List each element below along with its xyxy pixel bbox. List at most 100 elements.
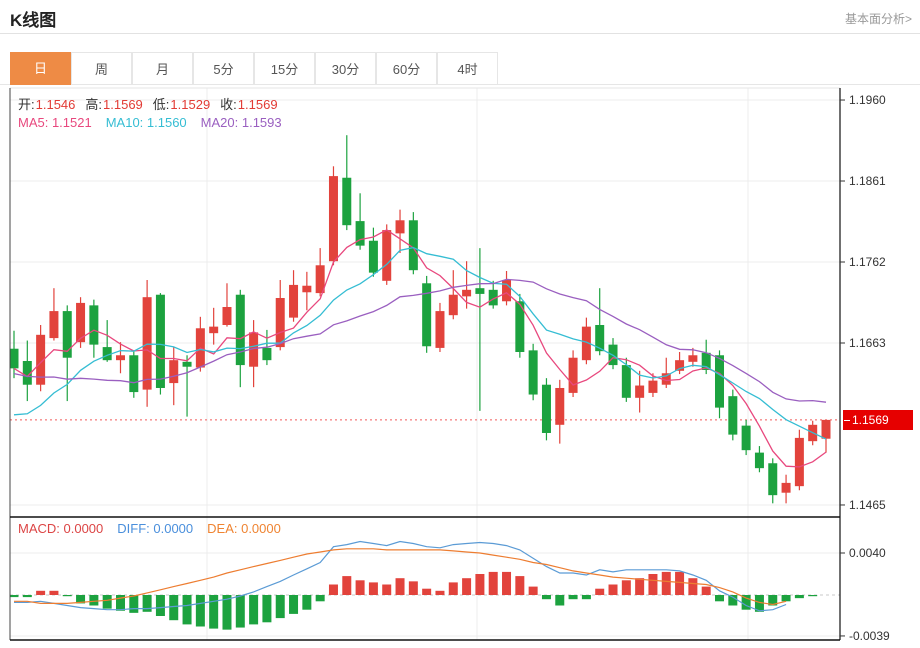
macd-bar: [249, 595, 258, 624]
candle-body: [49, 311, 58, 338]
price-axis-tick: 1.1960: [849, 93, 886, 107]
price-axis-tick: 1.1663: [849, 336, 886, 350]
legend-item: 收:1.1569: [220, 97, 277, 112]
candle-body: [302, 286, 311, 293]
legend-item: DEA: 0.0000: [207, 521, 281, 536]
macd-legend: MACD: 0.0000DIFF: 0.0000DEA: 0.0000: [18, 521, 295, 536]
candle-body: [755, 453, 764, 469]
candle-body: [648, 381, 657, 393]
price-axis-tick: 1.1762: [849, 255, 886, 269]
candle-body: [342, 178, 351, 225]
legend-item: DIFF: 0.0000: [117, 521, 193, 536]
candle-body: [89, 305, 98, 344]
macd-bar: [782, 595, 791, 601]
candle-body: [569, 358, 578, 393]
candle-body: [382, 230, 391, 281]
macd-bar: [63, 595, 72, 596]
macd-bar: [289, 595, 298, 614]
candle-body: [502, 280, 511, 301]
macd-bar: [555, 595, 564, 606]
macd-bar: [449, 582, 458, 595]
candle-body: [222, 307, 231, 325]
macd-bar: [209, 595, 218, 629]
candle-body: [822, 420, 831, 439]
kline-page: K线图 基本面分析> 日周月5分15分30分60分4时 开:1.1546高:1.…: [0, 0, 920, 648]
macd-bar: [582, 595, 591, 599]
macd-bar: [36, 591, 45, 595]
candle-body: [236, 295, 245, 365]
candle-body: [276, 298, 285, 347]
macd-histogram: [10, 572, 818, 630]
candle-body: [143, 297, 152, 389]
candle-body: [462, 290, 471, 297]
macd-bar: [23, 595, 32, 597]
macd-bar: [396, 578, 405, 595]
candle-body: [635, 386, 644, 398]
candle-body: [156, 295, 165, 388]
macd-bar: [369, 582, 378, 595]
macd-bar: [595, 589, 604, 595]
candle-body: [435, 311, 444, 348]
legend-item: MA10: 1.1560: [106, 115, 187, 130]
macd-bar: [382, 585, 391, 596]
macd-bar: [542, 595, 551, 599]
macd-bar: [329, 585, 338, 596]
candle-body: [742, 426, 751, 451]
macd-bar: [409, 581, 418, 595]
macd-bar: [715, 595, 724, 601]
candle-body: [262, 348, 271, 360]
macd-bar: [103, 595, 112, 609]
macd-bar: [569, 595, 578, 599]
candle-body: [209, 327, 218, 334]
candle-body: [715, 355, 724, 407]
macd-bar: [808, 595, 817, 596]
price-axis-tick: 1.1465: [849, 498, 886, 512]
candle-body: [782, 483, 791, 493]
candle-body: [289, 285, 298, 318]
ohlc-legend: 开:1.1546高:1.1569低:1.1529收:1.1569: [18, 94, 288, 113]
macd-bar: [462, 578, 471, 595]
ma-lines: [14, 230, 826, 467]
macd-bar: [342, 576, 351, 595]
candle-body: [183, 362, 192, 367]
macd-bar: [183, 595, 192, 624]
ma-legend: MA5: 1.1521 MA10: 1.1560 MA20: 1.1593: [18, 115, 296, 130]
macd-bar: [529, 587, 538, 595]
macd-bar: [622, 580, 631, 595]
legend-item: 开:1.1546: [18, 97, 75, 112]
legend-item: 高:1.1569: [85, 97, 142, 112]
price-axis-tick: 1.1861: [849, 174, 886, 188]
candle-body: [10, 349, 19, 369]
macd-bar: [156, 595, 165, 616]
candle-body: [116, 355, 125, 360]
ma5-line: [14, 230, 826, 467]
candle-body: [542, 385, 551, 433]
macd-bar: [89, 595, 98, 606]
candle-body: [768, 463, 777, 495]
candle-body: [622, 365, 631, 398]
macd-bar: [49, 591, 58, 595]
macd-bar: [702, 587, 711, 595]
legend-item: MA5: 1.1521: [18, 115, 92, 130]
macd-bar: [688, 578, 697, 595]
candle-body: [449, 295, 458, 315]
macd-bar: [635, 578, 644, 595]
macd-bar: [262, 595, 271, 622]
macd-bar: [10, 595, 19, 597]
macd-bar: [316, 595, 325, 601]
candle-body: [129, 355, 138, 392]
macd-bar: [129, 595, 138, 613]
macd-bar: [609, 585, 618, 596]
macd-bar: [435, 591, 444, 595]
macd-bar: [502, 572, 511, 595]
current-price-badge: 1.1569: [843, 410, 913, 430]
macd-bar: [675, 572, 684, 595]
candle-body: [688, 355, 697, 362]
macd-bar: [515, 576, 524, 595]
macd-axis-tick: 0.0040: [849, 546, 886, 560]
macd-bar: [196, 595, 205, 627]
legend-item: MA20: 1.1593: [201, 115, 282, 130]
candle-body: [728, 396, 737, 434]
macd-bar: [795, 595, 804, 598]
candle-body: [369, 241, 378, 273]
